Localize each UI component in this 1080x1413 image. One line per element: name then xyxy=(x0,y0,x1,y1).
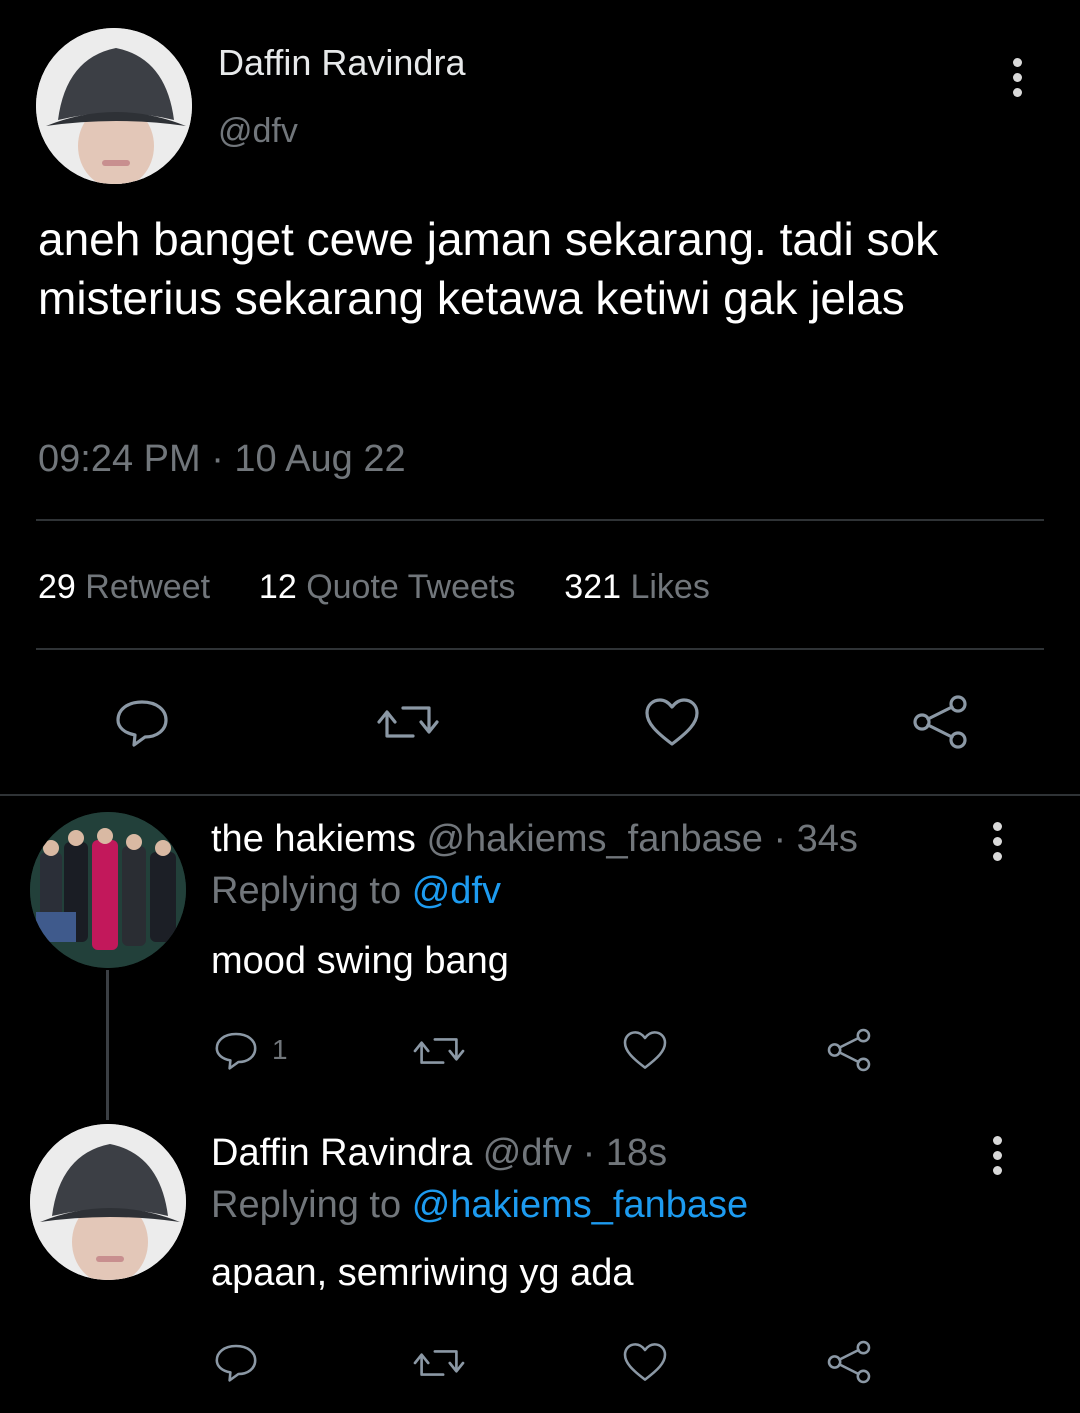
replying-to-link[interactable]: @hakiems_fanbase xyxy=(412,1184,748,1226)
likes-label[interactable]: Likes xyxy=(630,568,709,606)
bucket-hat-portrait xyxy=(36,28,192,184)
replying-to: Replying to @dfv xyxy=(211,870,501,913)
quote-count[interactable]: 12 xyxy=(259,568,297,606)
retweet-icon[interactable] xyxy=(373,692,443,752)
replying-to: Replying to @hakiems_fanbase xyxy=(211,1184,748,1227)
retweet-icon[interactable] xyxy=(410,1026,468,1076)
more-icon[interactable] xyxy=(1013,58,1022,103)
divider xyxy=(36,519,1044,521)
share-icon[interactable] xyxy=(910,692,970,752)
replying-label: Replying to xyxy=(211,870,402,912)
quote-label[interactable]: Quote Tweets xyxy=(306,568,515,606)
reply-avatar[interactable] xyxy=(30,1124,186,1280)
share-icon[interactable] xyxy=(825,1338,873,1386)
reply-icon[interactable] xyxy=(112,692,172,752)
divider xyxy=(36,648,1044,650)
reply-avatar[interactable] xyxy=(30,812,186,968)
like-icon[interactable] xyxy=(621,1026,669,1074)
reply-time: · 18s xyxy=(582,1132,668,1174)
like-icon[interactable] xyxy=(621,1338,669,1386)
author-avatar[interactable] xyxy=(36,28,192,184)
reply-text: mood swing bang xyxy=(211,940,509,982)
reply-icon[interactable] xyxy=(212,1338,260,1386)
reply-header: Daffin Ravindra @dfv · 18s xyxy=(211,1132,667,1175)
reply-header: the hakiems @hakiems_fanbase · 34s xyxy=(211,818,858,861)
bucket-hat-portrait xyxy=(30,1124,186,1280)
reply-icon[interactable] xyxy=(212,1026,260,1074)
retweet-label[interactable]: Retweet xyxy=(85,568,210,606)
retweet-count[interactable]: 29 xyxy=(38,568,76,606)
more-icon[interactable] xyxy=(993,822,1002,867)
more-icon[interactable] xyxy=(993,1136,1002,1181)
share-icon[interactable] xyxy=(825,1026,873,1074)
divider xyxy=(0,794,1080,796)
group-photo xyxy=(30,812,186,968)
retweet-icon[interactable] xyxy=(410,1338,468,1388)
reply-time: · 34s xyxy=(773,818,858,860)
author-handle[interactable]: @dfv xyxy=(218,112,298,151)
tweet-stats: 29 Retweet 12 Quote Tweets 321 Likes xyxy=(38,568,710,607)
reply-text: apaan, semriwing yg ada xyxy=(211,1252,634,1294)
likes-count[interactable]: 321 xyxy=(564,568,621,606)
tweet-text: aneh banget cewe jaman sekarang. tadi so… xyxy=(38,213,939,324)
like-icon[interactable] xyxy=(642,692,702,752)
author-name[interactable]: Daffin Ravindra xyxy=(218,42,465,84)
tweet-timestamp: 09:24 PM · 10 Aug 22 xyxy=(38,438,406,480)
replying-to-link[interactable]: @dfv xyxy=(412,870,501,912)
replying-label: Replying to xyxy=(211,1184,402,1226)
reply-author-name[interactable]: Daffin Ravindra xyxy=(211,1132,472,1174)
reply-author-handle[interactable]: @hakiems_fanbase xyxy=(426,818,762,860)
reply-author-name[interactable]: the hakiems xyxy=(211,818,416,860)
thread-line xyxy=(106,970,109,1120)
reply-count: 1 xyxy=(272,1034,288,1065)
reply-author-handle[interactable]: @dfv xyxy=(483,1132,572,1174)
